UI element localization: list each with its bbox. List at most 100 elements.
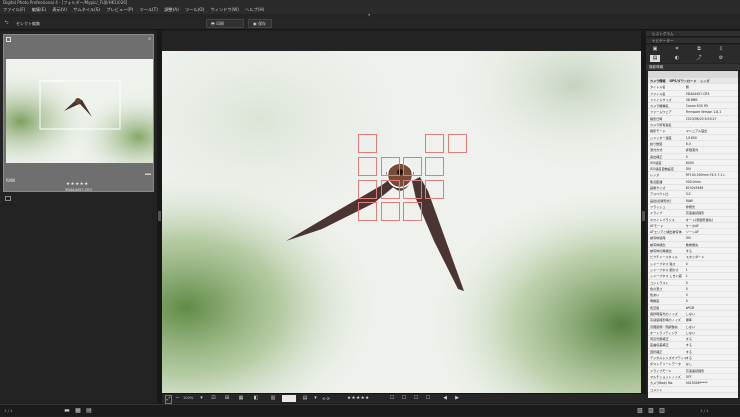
tab-gps[interactable]: GPS/ダウンロード (667, 78, 698, 83)
menu-window[interactable]: ウィンドウ(W) (211, 7, 239, 12)
thumbnail-checkbox[interactable] (5, 196, 11, 201)
info-value: サーボAF (685, 223, 699, 228)
info-key: 画質(記録形式) (650, 198, 671, 203)
menu-view[interactable]: 表示(V) (52, 7, 67, 12)
check-icon[interactable]: ☐ (412, 395, 420, 402)
minus-icon[interactable]: − (174, 395, 181, 402)
filmstrip-icon[interactable]: ▬ (63, 407, 71, 415)
af-point (425, 180, 444, 199)
info-key: 周辺光量補正 (650, 337, 669, 342)
menu-tools[interactable]: ツール(O) (185, 7, 204, 12)
zoom-level[interactable]: 100% (183, 395, 193, 402)
info-value: する (685, 349, 692, 354)
thumbnail-rating[interactable]: ★★★★★ (66, 182, 89, 187)
list-view-icon[interactable]: ▤ (85, 407, 93, 415)
grid-view-icon[interactable]: ▦ (74, 407, 82, 415)
info-value: 0 (685, 154, 688, 159)
layout-toggle-icon[interactable]: ▥ (658, 407, 666, 415)
menu-help[interactable]: ヘルプ(H) (245, 7, 264, 12)
copy-icon[interactable]: ⧉ (694, 46, 704, 53)
af-point (403, 202, 422, 221)
compare-icon[interactable]: ◧ (252, 395, 260, 402)
info-key: ダストデリートデータ (650, 362, 681, 367)
af-point (448, 134, 467, 153)
af-point (381, 202, 400, 221)
info-toggle-icon[interactable]: ▨ (647, 407, 655, 415)
info-key: デジタルレンズオプティマイザ (650, 356, 686, 361)
menu-thumbnail[interactable]: サムネイル(S) (73, 7, 100, 12)
rotate-icons[interactable]: ⟲ ⟳ (316, 395, 336, 402)
thumbnail-filename: 5D4A4457.CR3 (65, 188, 92, 192)
menu-file[interactable]: ファイル(F) (3, 7, 25, 12)
info-key: AFエリアと検出被写体 (650, 230, 682, 235)
info-key: ISO感度 (650, 160, 662, 165)
curve-icon[interactable]: ⤴ (694, 55, 704, 62)
viewer-top-area (162, 31, 646, 51)
info-value: する (685, 343, 692, 348)
tone-icon[interactable]: ◐ (672, 55, 682, 62)
adjust-icon[interactable]: ▣ (650, 46, 660, 53)
panel-toggle-icon[interactable]: ▧ (636, 407, 644, 415)
thumbnail-meta: ▪▪▪ (144, 172, 151, 176)
status-left: 1 / 1 (4, 408, 13, 413)
info-search-box[interactable] (648, 71, 738, 78)
info-value: Firmware Version 1.8.1 (685, 110, 722, 115)
image-viewer[interactable] (162, 51, 646, 393)
check-icon[interactable]: ☐ (424, 395, 432, 402)
select-checkbox[interactable] (6, 37, 11, 42)
info-value: マニュアル露出 (685, 129, 708, 134)
info-value: 高速連続撮影 (685, 368, 705, 373)
crop-icon[interactable]: ⌗ (672, 46, 682, 53)
splitter-handle[interactable] (158, 211, 161, 221)
viewer-rating[interactable]: ★★★★★ (347, 395, 370, 402)
splitter-handle[interactable] (642, 211, 645, 221)
print-button[interactable]: 🖶 印刷 (206, 19, 244, 28)
tab-camera[interactable]: カメラ情報 (648, 78, 667, 83)
menu-tool[interactable]: ツール(T) (139, 7, 157, 12)
panel-icon[interactable]: ▤ (300, 395, 310, 402)
back-arrow-icon[interactable]: ⮌ (3, 20, 10, 27)
check-icon[interactable]: ☐ (400, 395, 408, 402)
info-key: マルチショットノイズ (650, 374, 681, 379)
zoom-dropdown-icon[interactable]: ▾ (198, 395, 205, 402)
af-display-icon[interactable]: ⊞ (222, 395, 232, 402)
af-point (403, 157, 422, 176)
info-key: 高輝度側・階調優先 (650, 324, 678, 329)
mode-label: セレクト編集 (16, 21, 40, 26)
export-icon[interactable]: ⇩ (716, 46, 726, 53)
af-point (381, 180, 400, 199)
save-button[interactable]: ▣ 保存 (248, 19, 272, 28)
layout-icon[interactable]: ▥ (268, 395, 278, 402)
zoom-icon[interactable]: ⌕ (148, 36, 151, 42)
check-icon[interactable]: ☐ (388, 395, 396, 402)
viewer-toolbar: ⤢ − 100% ▾ ⊡ ⊞ ▦ ◧ ▥ ▤ ▾ ⟲ ⟳ ★★★★★ ☐ ☐ ☐… (162, 393, 646, 404)
info-value: RF100-500mm F4.5-7.1 L (685, 173, 726, 178)
info-value: 標準 (685, 318, 692, 323)
menu-adjust[interactable]: 調整(A) (164, 7, 179, 12)
next-icon[interactable]: ▶ (453, 395, 461, 402)
info-key: 焦点距離 (650, 179, 663, 184)
tab-lens[interactable]: レンズ (698, 78, 711, 83)
info-value: する (685, 249, 692, 254)
info-key: 色あい (650, 293, 660, 298)
info-value: 動物優先 (685, 242, 699, 247)
info-icon[interactable]: ▤ (650, 55, 660, 62)
histogram-header[interactable]: ヒストグラム (646, 31, 740, 37)
menu-edit[interactable]: 編集(E) (32, 7, 46, 12)
info-value: 8.0 (685, 141, 691, 146)
grid-icon[interactable]: ▦ (236, 395, 246, 402)
fit-icon[interactable]: ⤢ (165, 395, 172, 404)
prev-icon[interactable]: ◀ (441, 395, 449, 402)
info-value: 8192x5464 (685, 186, 704, 191)
settings-icon[interactable]: ⚙ (716, 55, 726, 62)
navigator-header[interactable]: ナビゲーター (646, 38, 740, 44)
thumbnail-card[interactable]: ⌕ RAW ★★★★★ 5D4A4457.CR3 ▪▪▪ (3, 34, 154, 192)
actual-size-icon[interactable]: ⊡ (210, 395, 217, 402)
info-key: 被写体追尾 (650, 236, 666, 241)
menu-preview[interactable]: プレビュー(P) (106, 7, 133, 12)
main-photo (162, 51, 646, 393)
info-key: 明瞭度 (650, 299, 660, 304)
thumbnail-photo (6, 59, 153, 163)
highlight-toggle[interactable] (282, 395, 296, 402)
badge-raw: RAW (6, 178, 16, 183)
